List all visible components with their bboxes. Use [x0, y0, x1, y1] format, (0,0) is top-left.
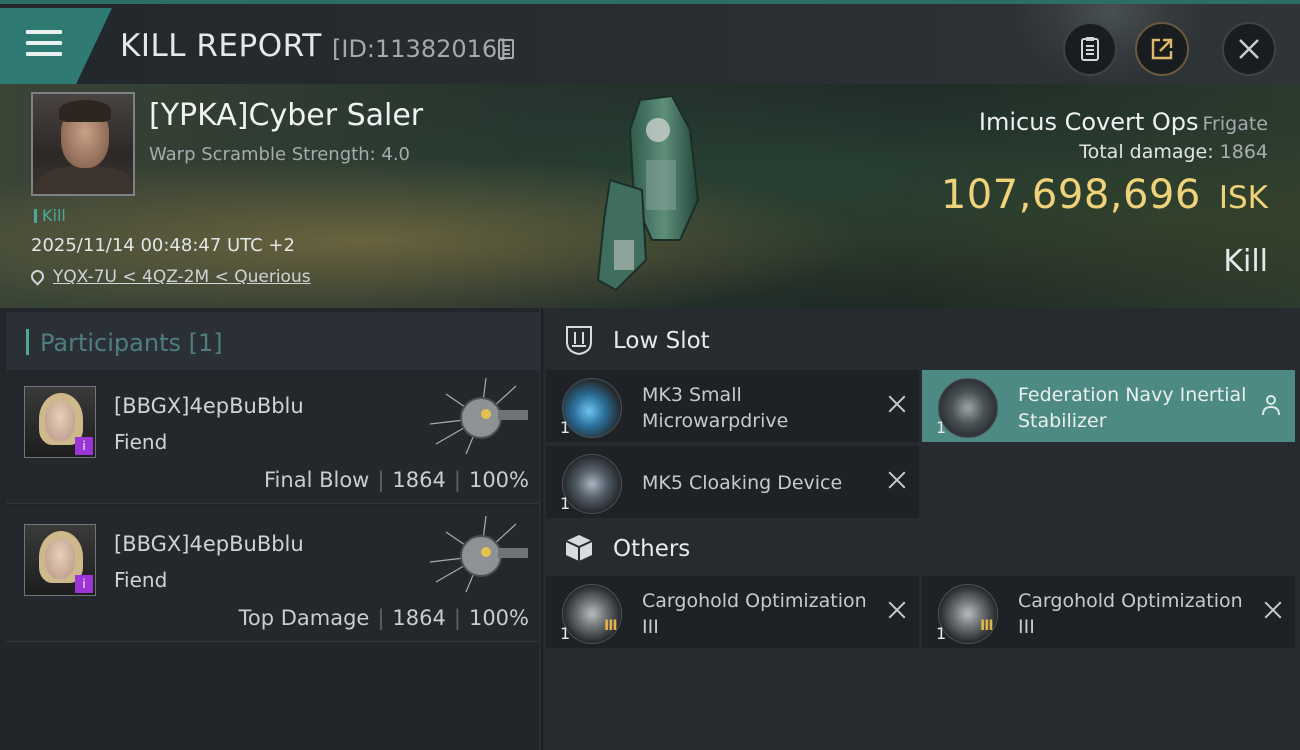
others-item[interactable]: III 1 Cargohold Optimization III: [922, 576, 1295, 648]
destroyed-x-icon: [887, 394, 907, 414]
tier-badge: III: [980, 618, 994, 634]
kill-result-label: Kill: [1223, 244, 1268, 279]
tier-badge: III: [604, 618, 618, 634]
participant-name: [BBGX]4epBuBblu: [114, 532, 304, 556]
item-qty: 1: [936, 624, 947, 643]
participant-damage: 1864: [392, 606, 446, 630]
ship-name[interactable]: Imicus Covert Ops Frigate: [979, 108, 1268, 136]
top-bar: KILL REPORT [ID:11382016]: [0, 0, 1300, 84]
menu-button[interactable]: [0, 8, 112, 84]
participant-stats: Final Blow | 1864 | 100%: [264, 468, 529, 492]
participant-tag: Top Damage: [238, 606, 370, 630]
participant-card[interactable]: i [BBGX]4epBuBblu Fiend Final Blow | 1864 |…: [6, 370, 539, 504]
microwarpdrive-icon: [562, 378, 622, 438]
cargohold-optimization-icon: [562, 584, 622, 644]
item-name: MK3 Small Microwarpdrive: [642, 384, 789, 432]
participant-ship-image: [429, 377, 528, 455]
participant-badge: i: [75, 437, 93, 455]
participant-avatar[interactable]: i: [24, 386, 96, 458]
others-title: Others: [613, 536, 691, 562]
share-button[interactable]: [1135, 22, 1189, 76]
page-title: KILL REPORT: [120, 28, 322, 64]
person-icon: [1262, 395, 1280, 416]
participant-role: Fiend: [114, 430, 168, 454]
share-icon: [1151, 38, 1173, 60]
participant-avatar[interactable]: i: [24, 524, 96, 596]
fitting-panel: Low Slot 1 MK3 Small Microwarpdrive 1 Fe…: [543, 308, 1300, 750]
participant-percent: 100%: [468, 468, 529, 492]
cloaking-device-icon: [562, 454, 622, 514]
participant-percent: 100%: [468, 606, 529, 630]
location-pin-icon: [28, 267, 47, 286]
item-qty: 1: [560, 418, 571, 437]
participant-ship-image: [429, 515, 528, 593]
ship-class: Frigate: [1202, 113, 1268, 135]
victim-ship-image: [596, 94, 700, 292]
item-name: MK5 Cloaking Device: [642, 472, 843, 494]
close-icon: [1239, 39, 1259, 59]
copy-id-icon[interactable]: [498, 39, 514, 59]
isk-unit: ISK: [1218, 180, 1268, 216]
low-slot-item[interactable]: 1 MK3 Small Microwarpdrive: [546, 370, 919, 442]
location-link[interactable]: YQX-7U < 4QZ-2M < Querious: [53, 267, 311, 287]
low-slot-item[interactable]: 1 MK5 Cloaking Device: [546, 446, 919, 518]
participant-role: Fiend: [114, 568, 168, 592]
participant-badge: i: [75, 575, 93, 593]
item-qty: 1: [560, 494, 571, 513]
destroyed-x-icon: [887, 600, 907, 620]
close-button[interactable]: [1222, 22, 1276, 76]
participants-panel: Participants [1] i [BBGX]4epBuBblu Fiend…: [0, 308, 541, 750]
item-qty: 1: [936, 418, 947, 437]
participant-card[interactable]: i [BBGX]4epBuBblu Fiend Top Damage | 1864 |…: [6, 508, 539, 642]
participant-name: [BBGX]4epBuBblu: [114, 394, 304, 418]
low-slot-icon: [566, 326, 592, 356]
low-slot-item[interactable]: 1 Federation Navy Inertial Stabilizer: [922, 370, 1295, 442]
victim-name[interactable]: [YPKA]Cyber Saler: [149, 98, 423, 133]
cargo-box-icon: [565, 535, 593, 561]
kill-id: [ID:11382016]: [332, 35, 507, 63]
participants-header[interactable]: Participants [1]: [6, 312, 541, 370]
total-damage-value: 1864: [1219, 141, 1268, 163]
participant-stats: Top Damage | 1864 | 100%: [238, 606, 529, 630]
victim-avatar[interactable]: [31, 92, 135, 196]
participants-title: Participants [1]: [40, 329, 223, 357]
item-qty: 1: [560, 624, 571, 643]
destroyed-x-icon: [1263, 600, 1283, 620]
inertial-stabilizer-icon: [938, 378, 998, 438]
warp-scramble-strength: Warp Scramble Strength: 4.0: [149, 144, 411, 165]
isk-amount: 107,698,696: [940, 172, 1201, 218]
item-name: Federation Navy Inertial Stabilizer: [1018, 384, 1247, 432]
kill-tag: Kill: [34, 206, 66, 225]
others-item[interactable]: III 1 Cargohold Optimization III: [546, 576, 919, 648]
kill-location[interactable]: YQX-7U < 4QZ-2M < Querious: [28, 267, 311, 287]
menu-icon: [26, 30, 62, 60]
cargohold-optimization-icon: [938, 584, 998, 644]
report-button[interactable]: [1063, 22, 1117, 76]
total-damage: Total damage: 1864: [1079, 141, 1268, 163]
kill-datetime: 2025/11/14 00:48:47 UTC +2: [31, 235, 295, 256]
item-name: Cargohold Optimization III: [1018, 590, 1243, 638]
isk-value: 107,698,696 ISK: [941, 172, 1268, 218]
participant-damage: 1864: [392, 468, 446, 492]
item-name: Cargohold Optimization III: [642, 590, 867, 638]
destroyed-x-icon: [887, 470, 907, 490]
participant-tag: Final Blow: [264, 468, 370, 492]
low-slot-title: Low Slot: [613, 328, 710, 354]
clipboard-icon: [1081, 37, 1099, 61]
